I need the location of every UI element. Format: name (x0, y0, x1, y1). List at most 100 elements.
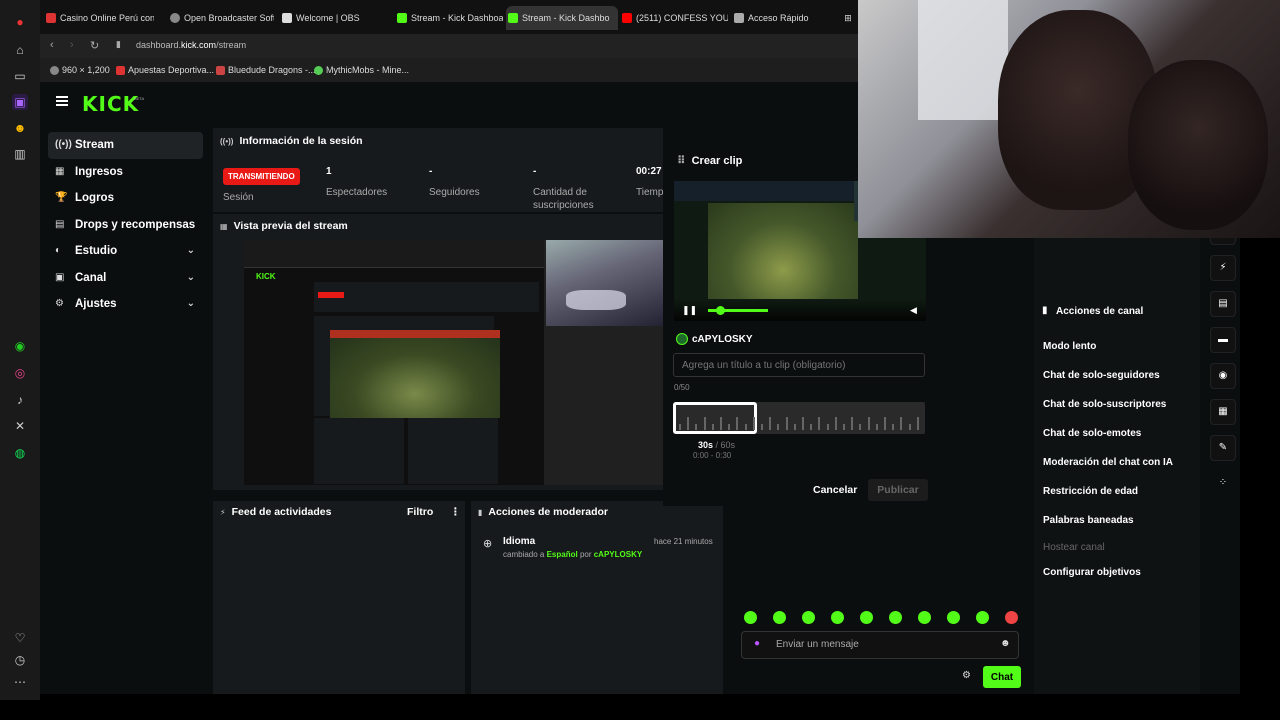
subs-count: - (533, 166, 537, 177)
history-icon[interactable]: ◷ (12, 652, 28, 668)
emoji-picker-icon[interactable]: ☻ (1000, 638, 1011, 649)
bookmark[interactable]: MythicMobs - Mine... (314, 65, 409, 75)
back-icon[interactable]: ‹ (50, 39, 54, 51)
tab-favicon-icon (508, 13, 518, 23)
browser-tab[interactable]: Open Broadcaster Softwa (168, 6, 274, 30)
opera-logo-icon[interactable]: ● (12, 14, 28, 30)
channel-action-modo-lento[interactable]: Modo lento (1043, 341, 1096, 352)
drag-handle-icon[interactable]: ⠿ (677, 155, 686, 167)
emote-icon[interactable] (947, 611, 960, 624)
emote-icon[interactable] (860, 611, 873, 624)
webcam-person (1128, 60, 1268, 230)
emote-icon[interactable] (1005, 611, 1018, 624)
microphone-icon[interactable]: ● (754, 638, 760, 649)
emote-icon[interactable] (918, 611, 931, 624)
url-field[interactable]: dashboard.kick.com/stream (136, 40, 246, 50)
tiktok-icon[interactable]: ♪ (12, 392, 28, 408)
emote-icon[interactable] (889, 611, 902, 624)
reload-icon[interactable]: ↻ (90, 39, 99, 52)
browser-tab[interactable]: Stream - Kick Dashboard (395, 6, 503, 30)
sidebar-item-canal[interactable]: ▣ Canal ⌄ (48, 265, 203, 292)
emote-icon[interactable] (976, 611, 989, 624)
instagram-icon[interactable]: ◎ (12, 365, 28, 381)
sidebar-item-ingresos[interactable]: ▦ Ingresos (48, 159, 203, 186)
timeline-waveform-bar (916, 417, 919, 430)
tab-grid-icon[interactable]: ⊞ (840, 6, 856, 30)
cancel-button[interactable]: Cancelar (813, 484, 857, 496)
clip-range: 0:00 - 0:30 (693, 451, 732, 460)
emote-icon[interactable] (831, 611, 844, 624)
bookmark[interactable]: 960 × 1,200 (50, 65, 110, 75)
emote-icon[interactable] (802, 611, 815, 624)
timeline-waveform-bar (810, 424, 813, 430)
mod-actions-title: ▮ Acciones de moderador (478, 506, 609, 518)
forward-icon[interactable]: › (70, 39, 74, 51)
channel-action-chat-de-solo-emotes[interactable]: Chat de solo-emotes (1043, 428, 1141, 439)
twitch-icon[interactable]: ▣ (12, 94, 28, 110)
more-icon[interactable]: ⋯ (12, 674, 28, 690)
home-icon[interactable]: ⌂ (12, 42, 28, 58)
channel-action-palabras-baneadas[interactable]: Palabras baneadas (1043, 515, 1134, 526)
chat-bubble-icon[interactable]: ▬ (1210, 327, 1236, 353)
filter-button[interactable]: Filtro (407, 506, 433, 518)
timeline-waveform-bar (695, 424, 698, 430)
channel-actions-title: Acciones de canal (1056, 306, 1144, 317)
channel-action-chat-de-solo-seguidores[interactable]: Chat de solo-seguidores (1043, 370, 1160, 381)
chat-send-button[interactable]: Chat (983, 666, 1021, 688)
bookmark-icon (314, 66, 323, 75)
uptime-value: 00:27 (636, 166, 662, 177)
layout-icon[interactable]: ▦ (1210, 399, 1236, 425)
volume-icon[interactable]: ◀ (910, 305, 917, 316)
timeline-waveform-bar (834, 417, 837, 430)
browser-tab[interactable]: Welcome | OBS (280, 6, 380, 30)
bookmark[interactable]: Apuestas Deportiva... (116, 65, 214, 75)
sidebar-item-ajustes[interactable]: ⚙ Ajustes ⌄ (48, 291, 203, 318)
browser-tab[interactable]: Acceso Rápido (732, 6, 832, 30)
chat-message-input[interactable]: ● Enviar un mensaje ☻ (741, 631, 1019, 659)
stream-preview-video[interactable]: KICK (244, 240, 664, 485)
wrench-icon[interactable]: ✎ (1210, 435, 1236, 461)
spotify-icon[interactable]: ◍ (12, 445, 28, 461)
chat-settings-icon[interactable]: ⚙ (962, 670, 971, 681)
kick-logo[interactable]: KICK (82, 92, 139, 116)
browser-tab-active[interactable]: Stream - Kick Dashbo (506, 6, 618, 30)
more-vertical-icon[interactable]: ⋮ (450, 506, 461, 518)
clip-progress-handle[interactable] (716, 306, 725, 315)
publish-button[interactable]: Publicar (868, 479, 928, 501)
chevron-down-icon: ⌄ (186, 298, 195, 309)
channel-action-moderación-del-chat-con-ia[interactable]: Moderación del chat con IA (1043, 457, 1173, 468)
browser-tab[interactable]: Casino Online Perú con Ju (44, 6, 154, 30)
package-icon[interactable]: ▥ (12, 146, 28, 162)
subs-label: Cantidad de suscripciones (533, 187, 594, 211)
sidebar-item-stream[interactable]: ((•)) Stream (48, 132, 203, 159)
emote-icon[interactable] (773, 611, 786, 624)
channel-action-restricción-de-edad[interactable]: Restricción de edad (1043, 486, 1138, 497)
emoji-icon[interactable]: ☻ (12, 120, 28, 136)
sidebar-item-estudio[interactable]: ◐ Estudio ⌄ (48, 238, 203, 265)
x-icon[interactable]: ✕ (12, 418, 28, 434)
tree-icon[interactable]: ⁘ (1210, 471, 1236, 497)
broadcast-icon[interactable]: ◉ (1210, 363, 1236, 389)
pause-icon[interactable]: ❚❚ (682, 305, 697, 316)
clip-timeline[interactable] (673, 402, 925, 434)
bookmark[interactable]: Bluedude Dragons -... (216, 65, 316, 75)
clip-duration: 30s / 60s (698, 440, 736, 450)
emote-icon[interactable] (744, 611, 757, 624)
hamburger-menu-icon[interactable] (56, 96, 68, 106)
sidebar-item-logros[interactable]: 🏆 Logros (48, 185, 203, 212)
clip-title-input[interactable] (673, 353, 925, 377)
document-icon[interactable]: ▤ (1210, 291, 1236, 317)
bolt-icon[interactable]: ⚡ (1210, 255, 1236, 281)
briefcase-icon[interactable]: ▭ (12, 68, 28, 84)
sidebar-item-label: Stream (75, 139, 114, 151)
timeline-waveform-bar (720, 417, 722, 430)
whatsapp-icon[interactable]: ◉ (12, 338, 28, 354)
browser-tab[interactable]: (2511) CONFESS YOUR LO (620, 6, 728, 30)
heart-icon[interactable]: ♡ (12, 630, 28, 646)
session-info-title: ((•)) Información de la sesión (220, 135, 363, 147)
sidebar-item-drops-y-recompensas[interactable]: ▤ Drops y recompensas (48, 212, 203, 239)
timeline-waveform-bar (687, 417, 690, 430)
channel-action-configurar-objetivos[interactable]: Configurar objetivos (1043, 567, 1141, 578)
timeline-waveform-bar (900, 417, 903, 430)
channel-action-chat-de-solo-suscriptores[interactable]: Chat de solo-suscriptores (1043, 399, 1166, 410)
